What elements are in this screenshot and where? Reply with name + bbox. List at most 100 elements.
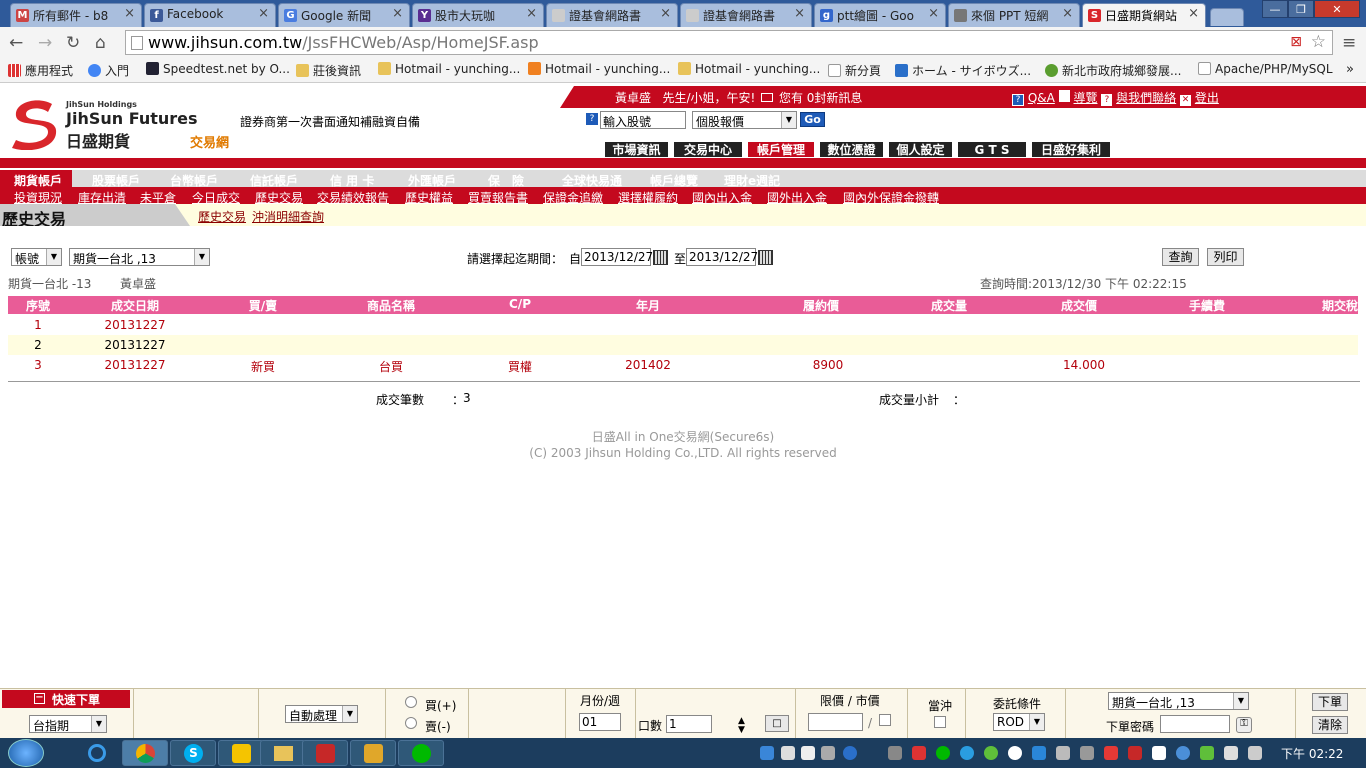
tray-icon[interactable] xyxy=(781,746,795,760)
browser-tab[interactable]: M 所有郵件 - b8 × xyxy=(10,3,142,27)
daytrade-checkbox[interactable] xyxy=(934,716,946,728)
clear-order-button[interactable]: 清除 xyxy=(1312,716,1348,734)
sell-radio[interactable] xyxy=(405,717,417,729)
minimize-button[interactable]: — xyxy=(1262,0,1288,18)
tray-icon[interactable] xyxy=(821,746,835,760)
cloud-icon[interactable] xyxy=(1008,746,1022,760)
help-icon[interactable] xyxy=(843,746,857,760)
browser-tab[interactable]: 證基會網路書 × xyxy=(680,3,812,27)
subnav-offset-detail[interactable]: 沖消明細查詢 xyxy=(252,208,324,225)
menu-market-info[interactable]: 市場資訊 xyxy=(604,141,669,158)
order-password-input[interactable] xyxy=(1160,715,1230,733)
account-select[interactable]: 期貨一台北 ,13 ▼ xyxy=(69,248,210,266)
guide-link[interactable]: 導覽 xyxy=(1074,91,1098,105)
bookmark-item[interactable]: 應用程式 xyxy=(8,62,73,79)
bookmark-item[interactable]: 入門 xyxy=(88,62,129,79)
market-price-checkbox[interactable] xyxy=(879,714,891,726)
close-icon[interactable]: × xyxy=(1062,6,1073,21)
acrobat-tray-icon[interactable] xyxy=(1128,746,1142,760)
browser-tab[interactable]: Y 股市大玩咖 × xyxy=(412,3,544,27)
bookmark-item[interactable]: 莊後資訊 xyxy=(296,62,361,79)
ie-icon[interactable] xyxy=(74,740,120,766)
flag-icon[interactable] xyxy=(1152,746,1166,760)
browser-tab[interactable]: 來個 PPT 短網 × xyxy=(948,3,1080,27)
blocked-popup-icon[interactable]: ⊠ xyxy=(1290,34,1302,50)
bookmark-item[interactable]: Hotmail - yunching... xyxy=(378,62,520,76)
window-close-button[interactable]: ✕ xyxy=(1314,0,1360,18)
volume-icon[interactable] xyxy=(1224,746,1238,760)
calendar-icon[interactable] xyxy=(653,250,668,265)
clock[interactable]: 下午 02:22 xyxy=(1281,745,1343,762)
line-taskbar-icon[interactable] xyxy=(398,740,444,766)
tray-icon[interactable] xyxy=(1080,746,1094,760)
print-button[interactable]: 列印 xyxy=(1207,248,1244,266)
tray-icon[interactable] xyxy=(1056,746,1070,760)
browser-tab-active[interactable]: S 日盛期貨網站 × xyxy=(1082,3,1206,27)
more-bookmarks-icon[interactable]: » xyxy=(1346,62,1354,77)
explorer-taskbar-icon[interactable] xyxy=(260,740,306,766)
menu-icon[interactable]: ≡ xyxy=(1342,33,1356,53)
new-tab-button[interactable] xyxy=(1210,8,1244,26)
menu-gts[interactable]: G T S xyxy=(957,141,1027,158)
tray-icon[interactable] xyxy=(912,746,926,760)
close-icon[interactable]: × xyxy=(1188,6,1199,21)
qa-link[interactable]: Q&A xyxy=(1028,91,1055,105)
jihsun-logo[interactable]: JihSun Holdings JihSun Futures 日盛期貨 交易網 xyxy=(8,96,238,156)
contact-link[interactable]: 與我們聯絡 xyxy=(1116,91,1176,105)
bookmark-item[interactable]: Hotmail - yunching... xyxy=(528,62,670,76)
square-button[interactable]: □ xyxy=(765,715,789,732)
message-count[interactable]: 您有 0封新訊息 xyxy=(779,91,862,105)
marquee-news[interactable]: 證券商第一次書面通知補融資自備 xyxy=(240,113,430,130)
app-taskbar-icon[interactable] xyxy=(218,740,264,766)
close-icon[interactable]: × xyxy=(660,6,671,21)
logout-link[interactable]: 登出 xyxy=(1195,91,1219,105)
query-button[interactable]: 查詢 xyxy=(1162,248,1199,266)
close-icon[interactable]: × xyxy=(258,6,269,21)
maximize-button[interactable]: ❐ xyxy=(1288,0,1314,18)
close-icon[interactable]: × xyxy=(794,6,805,21)
month-input[interactable]: 01 xyxy=(579,713,621,731)
order-account-select[interactable]: 期貨一台北 ,13 ▼ xyxy=(1108,692,1249,710)
network-icon[interactable] xyxy=(1248,746,1262,760)
back-icon[interactable]: ← xyxy=(9,33,23,53)
browser-tab[interactable]: 證基會網路書 × xyxy=(546,3,678,27)
tray-icon[interactable] xyxy=(1200,746,1214,760)
product-select[interactable]: 台指期 ▼ xyxy=(29,715,107,733)
account-type-select[interactable]: 帳號 ▼ xyxy=(11,248,62,266)
home-icon[interactable]: ⌂ xyxy=(95,33,106,53)
from-date-input[interactable]: 2013/12/27 xyxy=(581,248,653,266)
reload-icon[interactable]: ↻ xyxy=(66,33,80,53)
bookmark-item[interactable]: 新北市政府城鄉發展... xyxy=(1045,62,1181,79)
browser-tab[interactable]: f Facebook × xyxy=(144,3,276,27)
close-icon[interactable]: × xyxy=(928,6,939,21)
quote-type-select[interactable]: 個股報價 ▼ xyxy=(692,111,797,129)
menu-account-management[interactable]: 帳戶管理 xyxy=(747,141,815,158)
stock-code-input[interactable]: 輸入股號 xyxy=(600,111,686,129)
menu-jihsun-plus[interactable]: 日盛好集利 xyxy=(1031,141,1111,158)
menu-trading-center[interactable]: 交易中心 xyxy=(673,141,743,158)
subnav-history-trade[interactable]: 歷史交易 xyxy=(198,208,246,225)
tray-icon[interactable] xyxy=(960,746,974,760)
calendar-icon[interactable] xyxy=(758,250,773,265)
auto-process-select[interactable]: 自動處理 ▼ xyxy=(285,705,358,723)
go-button[interactable]: Go xyxy=(800,112,825,127)
bookmark-item[interactable]: Hotmail - yunching... xyxy=(678,62,820,76)
key-icon[interactable]: ⚿ xyxy=(1236,717,1252,733)
tray-icon[interactable] xyxy=(1104,746,1118,760)
app-taskbar-icon[interactable] xyxy=(350,740,396,766)
tray-icon[interactable] xyxy=(1176,746,1190,760)
qty-stepper[interactable]: ▲ ▼ xyxy=(738,717,745,735)
browser-tab[interactable]: G Google 新聞 × xyxy=(278,3,410,27)
browser-tab[interactable]: g ptt繪圖 - Goo × xyxy=(814,3,946,27)
close-icon[interactable]: × xyxy=(392,6,403,21)
submit-order-button[interactable]: 下單 xyxy=(1312,693,1348,711)
tray-icon[interactable] xyxy=(888,746,902,760)
bookmark-item[interactable]: 新分頁 xyxy=(828,62,881,79)
chrome-taskbar-icon[interactable] xyxy=(122,740,168,766)
qty-input[interactable]: 1 xyxy=(666,715,712,733)
help-icon[interactable]: ? xyxy=(586,113,598,125)
address-bar[interactable]: www.jihsun.com.tw/JssFHCWeb/Asp/HomeJSF.… xyxy=(125,30,1333,55)
tray-icon[interactable] xyxy=(801,746,815,760)
collapse-icon[interactable]: − xyxy=(34,693,45,704)
tray-icon[interactable] xyxy=(1032,746,1046,760)
